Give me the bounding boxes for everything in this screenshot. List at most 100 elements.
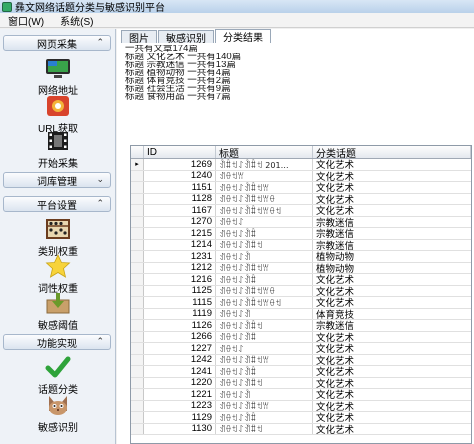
id-cell[interactable]: 1231 xyxy=(144,251,216,262)
title-cell[interactable]: ꀊꂷꉬꋍꀉꐙꉬ xyxy=(216,239,313,250)
row-selector-cell[interactable] xyxy=(131,216,144,227)
title-cell[interactable]: ꀊꂷꉬꋍꀉꐙꉬ xyxy=(216,320,313,331)
tab-classify-result[interactable]: 分类结果 xyxy=(215,29,271,44)
id-cell[interactable]: 1129 xyxy=(144,412,216,423)
row-selector-cell[interactable] xyxy=(131,400,144,411)
id-cell[interactable]: 1266 xyxy=(144,331,216,342)
table-row[interactable]: 1214 ꀊꂷꉬꋍꀉꐙꉬ 宗教迷信 xyxy=(131,239,471,251)
tool-category-weight[interactable]: 类别权重 xyxy=(18,217,98,258)
topic-cell[interactable]: 文化艺术 xyxy=(313,205,471,215)
table-row[interactable]: 1241 ꀊꂷꉬꋍꀉꐙ 文化艺术 xyxy=(131,366,471,378)
section-functions[interactable]: 功能实现 ⌃ xyxy=(3,334,111,350)
table-row[interactable]: 1167 ꀊꂷꉬꋍꀉꐙꉬꀕꂷꉬ 文化艺术 xyxy=(131,205,471,217)
row-selector-cell[interactable] xyxy=(131,389,144,400)
id-cell[interactable]: 1240 xyxy=(144,170,216,181)
topic-cell[interactable]: 植物动物 xyxy=(313,263,471,273)
tool-start-collect[interactable]: 开始采集 xyxy=(18,129,98,170)
title-cell[interactable]: ꀉꐙꉬꋍꀉꐙꉬ 201… xyxy=(216,159,313,170)
topic-cell[interactable]: 文化艺术 xyxy=(313,378,471,388)
title-cell[interactable]: ꀊꂷꉬꋍꀉꐙꉬꀕ xyxy=(216,400,313,411)
title-cell[interactable]: ꀊꂷꉬꋍꀉꐙꉬꀕꂷꉬ xyxy=(216,205,313,216)
topic-cell[interactable]: 文化艺术 xyxy=(313,297,471,307)
title-cell[interactable]: ꀊꂷꉬꋍꀉꐙꉬ xyxy=(216,377,313,388)
table-row[interactable]: 1126 ꀊꂷꉬꋍꀉꐙꉬ 宗教迷信 xyxy=(131,320,471,332)
id-cell[interactable]: 1220 xyxy=(144,377,216,388)
id-cell[interactable]: 1270 xyxy=(144,216,216,227)
title-cell[interactable]: ꀊꂷꉬꋍꀉꐙꉬꀕ xyxy=(216,262,313,273)
id-cell[interactable]: 1119 xyxy=(144,308,216,319)
topic-cell[interactable]: 文化艺术 xyxy=(313,355,471,365)
table-row[interactable]: 1216 ꀊꂷꉬꋍꀉꐙ 文化艺术 xyxy=(131,274,471,286)
section-web-collect[interactable]: 网页采集 ⌃ xyxy=(3,35,111,51)
topic-cell[interactable]: 文化艺术 xyxy=(313,424,471,434)
table-row[interactable]: 1221 ꀊꂷꉬꋍꀉ 文化艺术 xyxy=(131,389,471,401)
column-header-topic[interactable]: 分类话题 xyxy=(313,146,471,158)
id-cell[interactable]: 1242 xyxy=(144,354,216,365)
table-row[interactable]: 1240 ꀊꂷꉬꀕ 文化艺术 xyxy=(131,170,471,182)
row-selector-cell[interactable]: ▸ xyxy=(131,159,144,170)
row-selector-cell[interactable] xyxy=(131,354,144,365)
tool-sensitive-detect[interactable]: 敏感识别 xyxy=(18,393,98,434)
row-selector-cell[interactable] xyxy=(131,377,144,388)
row-selector-cell[interactable] xyxy=(131,228,144,239)
row-selector-cell[interactable] xyxy=(131,182,144,193)
title-cell[interactable]: ꀊꂷꉬꋍꀉ xyxy=(216,251,313,262)
id-cell[interactable]: 1214 xyxy=(144,239,216,250)
id-cell[interactable]: 1151 xyxy=(144,182,216,193)
topic-cell[interactable]: 文化艺术 xyxy=(313,332,471,342)
table-row[interactable]: 1220 ꀊꂷꉬꋍꀉꐙꉬ 文化艺术 xyxy=(131,377,471,389)
row-selector-cell[interactable] xyxy=(131,193,144,204)
row-selector-cell[interactable] xyxy=(131,262,144,273)
title-cell[interactable]: ꀊꂷꉬꋍꀉ xyxy=(216,308,313,319)
table-row[interactable]: 1215 ꀊꂷꉬꋍꀉꐙ 宗教迷信 xyxy=(131,228,471,240)
table-row[interactable]: 1128 ꀊꂷꉬꋍꀉꐙꉬꀕꂷ 文化艺术 xyxy=(131,193,471,205)
title-cell[interactable]: ꀊꂷꉬꋍꀉ xyxy=(216,389,313,400)
id-cell[interactable]: 1128 xyxy=(144,193,216,204)
title-cell[interactable]: ꀊꂷꉬꋍꀉꐙ xyxy=(216,412,313,423)
id-cell[interactable]: 1223 xyxy=(144,400,216,411)
table-row[interactable]: 1227 ꀊꂷꉬꋍ 文化艺术 xyxy=(131,343,471,355)
title-cell[interactable]: ꀊꂷꉬꋍꀉꐙꉬꀕꂷꉬ xyxy=(216,297,313,308)
topic-cell[interactable]: 文化艺术 xyxy=(313,159,471,169)
id-cell[interactable]: 1167 xyxy=(144,205,216,216)
title-cell[interactable]: ꀊꂷꉬꋍꀉꐙ xyxy=(216,274,313,285)
column-header-title[interactable]: 标题 xyxy=(216,146,313,158)
tool-sensitive-threshold[interactable]: 敏感阈值 xyxy=(18,291,98,332)
id-cell[interactable]: 1126 xyxy=(144,320,216,331)
topic-cell[interactable]: 体育竞技 xyxy=(313,309,471,319)
topic-cell[interactable]: 文化艺术 xyxy=(313,343,471,353)
id-cell[interactable]: 1216 xyxy=(144,274,216,285)
topic-cell[interactable]: 宗教迷信 xyxy=(313,240,471,250)
topic-cell[interactable]: 文化艺术 xyxy=(313,286,471,296)
row-selector-cell[interactable] xyxy=(131,423,144,434)
section-platform-settings[interactable]: 平台设置 ⌃ xyxy=(3,196,111,212)
table-row[interactable]: 1115 ꀊꂷꉬꋍꀉꐙꉬꀕꂷꉬ 文化艺术 xyxy=(131,297,471,309)
table-row[interactable]: 1270 ꀊꂷꉬꋍ 宗教迷信 xyxy=(131,216,471,228)
topic-cell[interactable]: 文化艺术 xyxy=(313,412,471,422)
topic-cell[interactable]: 宗教迷信 xyxy=(313,217,471,227)
table-row[interactable]: ▸ 1269 ꀉꐙꉬꋍꀉꐙꉬ 201… 文化艺术 xyxy=(131,159,471,171)
section-lexicon[interactable]: 词库管理 ⌄ xyxy=(3,172,111,188)
title-cell[interactable]: ꀊꂷꉬꋍꀉꐙ xyxy=(216,366,313,377)
tab-sensitive-detect[interactable]: 敏感识别 xyxy=(158,30,214,45)
topic-cell[interactable]: 植物动物 xyxy=(313,251,471,261)
topic-cell[interactable]: 文化艺术 xyxy=(313,194,471,204)
row-selector-cell[interactable] xyxy=(131,366,144,377)
row-selector-cell[interactable] xyxy=(131,297,144,308)
topic-cell[interactable]: 文化艺术 xyxy=(313,366,471,376)
row-selector-cell[interactable] xyxy=(131,308,144,319)
topic-cell[interactable]: 宗教迷信 xyxy=(313,228,471,238)
title-cell[interactable]: ꀊꂷꉬꋍꀉꐙꉬꀕ xyxy=(216,354,313,365)
topic-cell[interactable]: 文化艺术 xyxy=(313,182,471,192)
table-row[interactable]: 1266 ꀊꂷꉬꋍꀉꐙ 文化艺术 xyxy=(131,331,471,343)
topic-cell[interactable]: 文化艺术 xyxy=(313,171,471,181)
row-selector-cell[interactable] xyxy=(131,251,144,262)
row-selector-cell[interactable] xyxy=(131,412,144,423)
table-row[interactable]: 1129 ꀊꂷꉬꋍꀉꐙ 文化艺术 xyxy=(131,412,471,424)
id-cell[interactable]: 1125 xyxy=(144,285,216,296)
table-row[interactable]: 1242 ꀊꂷꉬꋍꀉꐙꉬꀕ 文化艺术 xyxy=(131,354,471,366)
row-selector-cell[interactable] xyxy=(131,239,144,250)
table-row[interactable]: 1231 ꀊꂷꉬꋍꀉ 植物动物 xyxy=(131,251,471,263)
id-cell[interactable]: 1215 xyxy=(144,228,216,239)
row-selector-cell[interactable] xyxy=(131,274,144,285)
